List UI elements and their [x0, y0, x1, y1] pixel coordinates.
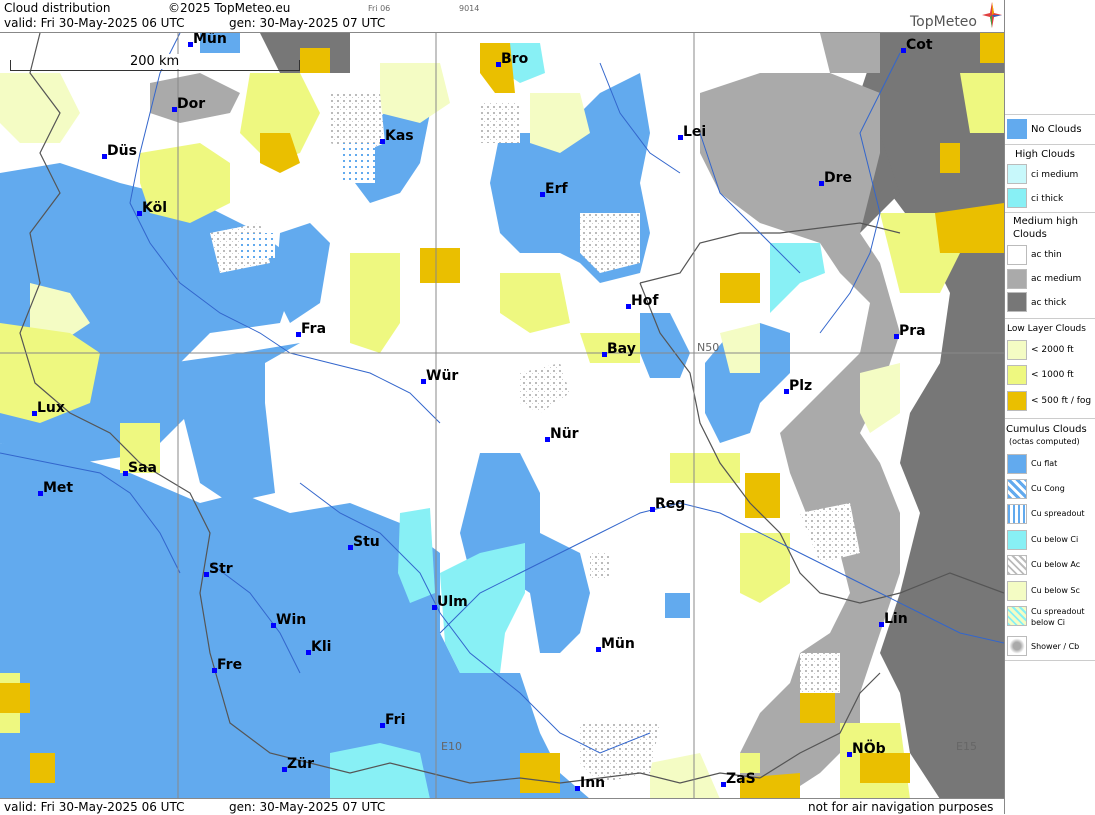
shower-icon — [1007, 636, 1027, 656]
city-label: Pra — [899, 323, 926, 339]
grid-label-e10: E10 — [441, 740, 462, 753]
grid-label-e15: E15 — [956, 740, 977, 753]
code-label: 9014 — [459, 4, 480, 13]
legend-medium-head-1: Medium high — [1013, 216, 1078, 227]
legend-cu-head-1: Cumulus Clouds — [1006, 424, 1087, 435]
swatch-ac-thin — [1007, 245, 1027, 265]
swatch-cu-spreadout — [1007, 504, 1027, 524]
swatch-ci-thick — [1007, 188, 1027, 208]
city-label: Met — [43, 480, 74, 496]
legend-ac-thin: ac thin — [1031, 250, 1062, 260]
city-label: Lux — [37, 400, 65, 416]
city-label: Reg — [655, 496, 686, 512]
legend-low-500: < 500 ft / fog — [1031, 396, 1092, 406]
copyright: ©2025 TopMeteo.eu — [168, 1, 291, 15]
city-label: Zür — [287, 756, 315, 772]
city-label: Stu — [353, 534, 380, 550]
legend-panel: No Clouds High Clouds ci medium ci thick… — [1004, 0, 1095, 814]
city-label: Köl — [142, 200, 168, 216]
header: Cloud distribution ©2025 TopMeteo.eu Fri… — [0, 0, 1004, 32]
compass-star-icon — [982, 2, 1002, 28]
topmeteo-logo: TopMeteo — [910, 14, 977, 30]
swatch-cu-spreadout-ci — [1007, 606, 1027, 626]
city-label: Mün — [193, 32, 227, 47]
cloud-layer — [0, 33, 1004, 799]
city-label: Cot — [906, 37, 933, 53]
swatch-low-1000 — [1007, 365, 1027, 385]
legend-shower: Shower / Cb — [1031, 642, 1080, 651]
legend-cu-below-sc: Cu below Sc — [1031, 586, 1080, 595]
city-label: Ulm — [437, 594, 468, 610]
city-label: Str — [209, 561, 233, 577]
city-label: ZaS — [726, 771, 756, 787]
city-label: Plz — [789, 378, 813, 394]
legend-low-1000: < 1000 ft — [1031, 370, 1074, 380]
city-label: NÖb — [852, 741, 886, 757]
city-label: Inn — [580, 775, 606, 791]
swatch-ci-medium — [1007, 164, 1027, 184]
city-label: Mün — [601, 636, 635, 652]
city-label: Bay — [607, 341, 636, 357]
city-label: Erf — [545, 181, 568, 197]
city-label: Win — [276, 612, 307, 628]
valid-time: valid: Fri 30-May-2025 06 UTC — [4, 16, 185, 30]
city-label: Bro — [501, 51, 529, 67]
swatch-no-clouds — [1007, 119, 1027, 139]
legend-low-head: Low Layer Clouds — [1007, 324, 1086, 334]
footer-valid-time: valid: Fri 30-May-2025 06 UTC — [4, 800, 185, 814]
legend-cu-spreadout: Cu spreadout — [1031, 509, 1085, 518]
swatch-cu-below-sc — [1007, 581, 1027, 601]
legend-cu-below-ci: Cu below Ci — [1031, 535, 1079, 544]
city-label: Dre — [824, 170, 853, 186]
swatch-low-500 — [1007, 391, 1027, 411]
swatch-cu-flat — [1007, 454, 1027, 474]
city-label: Fre — [217, 657, 243, 673]
legend-no-clouds: No Clouds — [1031, 124, 1082, 135]
swatch-cu-below-ac — [1007, 555, 1027, 575]
scale-label: 200 km — [128, 54, 182, 69]
city-label: Kli — [311, 639, 332, 655]
legend-cu-spreadout-ci-1: Cu spreadout — [1031, 607, 1085, 616]
city-label: Lin — [884, 611, 908, 627]
cloud-map[interactable]: 200 km N50 E10 E15 Mün Bro Cot Dor Kas Lei Düs… — [0, 32, 1004, 799]
footer-generated-time: gen: 30-May-2025 07 UTC — [229, 800, 386, 814]
swatch-cu-cong — [1007, 479, 1027, 499]
swatch-low-2000 — [1007, 340, 1027, 360]
city-label: Saa — [128, 460, 157, 476]
map-title: Cloud distribution — [4, 1, 111, 15]
city-label: Fra — [301, 321, 327, 337]
swatch-ac-thick — [1007, 292, 1027, 312]
disclaimer: not for air navigation purposes — [808, 800, 994, 814]
legend-high-head: High Clouds — [1015, 149, 1075, 160]
legend-medium-head-2: Clouds — [1013, 229, 1047, 240]
legend-cu-flat: Cu flat — [1031, 459, 1058, 468]
swatch-cu-below-ci — [1007, 530, 1027, 550]
generated-time: gen: 30-May-2025 07 UTC — [229, 16, 386, 30]
legend-ac-thick: ac thick — [1031, 298, 1067, 308]
city-label: Lei — [683, 124, 707, 140]
city-label: Wür — [426, 368, 459, 384]
grid-label-n50: N50 — [697, 341, 720, 354]
city-label: Nür — [550, 426, 579, 442]
city-label: Dor — [177, 96, 206, 112]
city-label: Hof — [631, 293, 659, 309]
city-label: Kas — [385, 128, 414, 144]
legend-cu-below-ac: Cu below Ac — [1031, 560, 1081, 569]
day-label: Fri 06 — [368, 4, 391, 13]
footer: valid: Fri 30-May-2025 06 UTC gen: 30-Ma… — [0, 798, 1004, 815]
legend-ac-medium: ac medium — [1031, 274, 1082, 284]
legend-cu-head-2: (octas computed) — [1009, 437, 1080, 446]
swatch-ac-medium — [1007, 269, 1027, 289]
legend-cu-spreadout-ci-2: below Ci — [1031, 618, 1066, 627]
city-label: Düs — [107, 143, 137, 159]
legend-ci-medium: ci medium — [1031, 170, 1079, 180]
legend-ci-thick: ci thick — [1031, 194, 1064, 204]
city-label: Fri — [385, 712, 406, 728]
legend-low-2000: < 2000 ft — [1031, 345, 1074, 355]
legend-cu-cong: Cu Cong — [1031, 484, 1065, 493]
